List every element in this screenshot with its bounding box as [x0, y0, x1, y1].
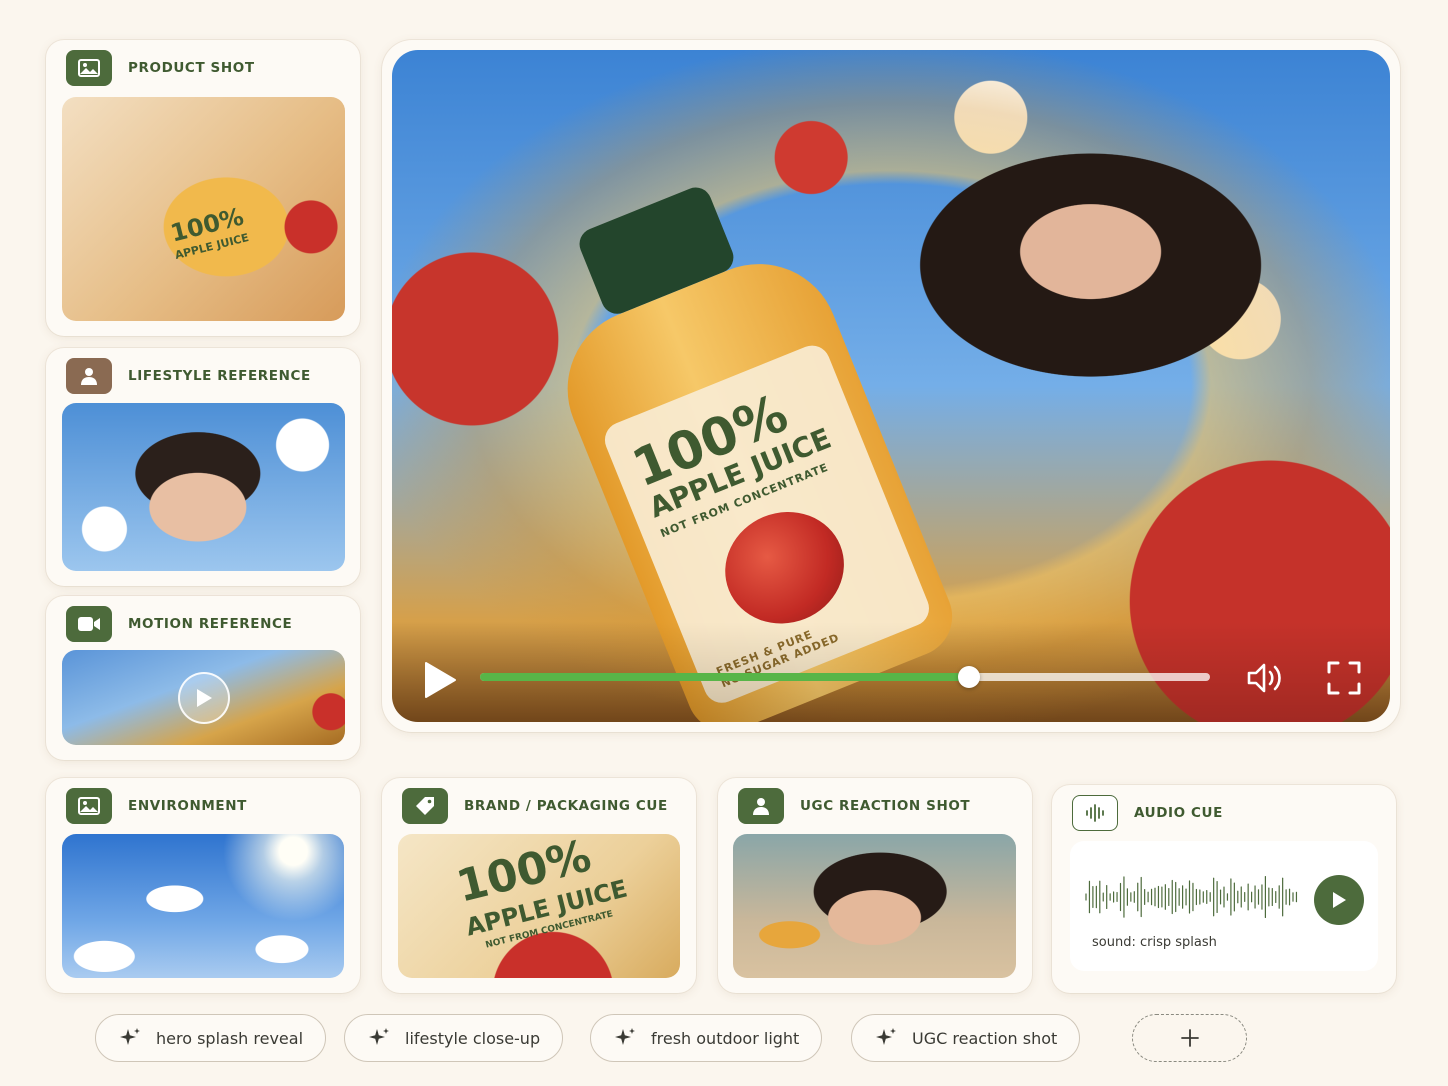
chip-ugc-reaction-shot[interactable]: UGC reaction shot [851, 1014, 1081, 1062]
product-shot-card[interactable]: PRODUCT SHOT 100% APPLE JUICE [46, 40, 360, 336]
fullscreen-button[interactable] [1322, 656, 1366, 700]
video-camera-icon [66, 606, 112, 642]
ugc-reaction-card[interactable]: UGC REACTION SHOT [718, 778, 1032, 993]
play-button[interactable] [420, 660, 460, 700]
video-player[interactable]: 100% APPLE JUICE NOT FROM CONCENTRATE FR… [392, 50, 1390, 722]
ugc-reaction-thumbnail[interactable] [733, 834, 1016, 978]
brand-packaging-header: BRAND / PACKAGING CUE [402, 788, 668, 824]
environment-header: ENVIRONMENT [66, 788, 247, 824]
environment-thumbnail[interactable] [62, 834, 344, 978]
audio-cue-card[interactable]: AUDIO CUE sound: crisp splash [1052, 785, 1396, 993]
product-shot-header: PRODUCT SHOT [66, 50, 255, 86]
ugc-reaction-title: UGC REACTION SHOT [800, 798, 971, 814]
chip-hero-splash-reveal[interactable]: hero splash reveal [95, 1014, 327, 1062]
image-icon [66, 50, 112, 86]
add-chip-button[interactable] [1132, 1014, 1247, 1062]
chip-lifestyle-close-up[interactable]: lifestyle close-up [344, 1014, 564, 1062]
environment-card[interactable]: ENVIRONMENT [46, 778, 360, 993]
sparkle-icon [118, 1026, 142, 1050]
chip-label: hero splash reveal [156, 1028, 304, 1048]
player-controls-gradient [392, 622, 1390, 722]
tag-icon [402, 788, 448, 824]
audio-player: sound: crisp splash [1070, 841, 1378, 971]
audio-cue-header: AUDIO CUE [1072, 795, 1223, 831]
volume-icon [1247, 663, 1281, 693]
chip-label: fresh outdoor light [651, 1028, 800, 1048]
play-icon [1333, 892, 1346, 908]
brand-packaging-thumbnail[interactable]: 100% APPLE JUICE NOT FROM CONCENTRATE [398, 834, 680, 978]
audio-cue-title: AUDIO CUE [1134, 805, 1223, 821]
lifestyle-reference-header: LIFESTYLE REFERENCE [66, 358, 311, 394]
audio-play-button[interactable] [1314, 875, 1364, 925]
waveform-icon [1072, 795, 1118, 831]
image-icon [66, 788, 112, 824]
motion-reference-card[interactable]: MOTION REFERENCE [46, 596, 360, 760]
person-icon [66, 358, 112, 394]
volume-button[interactable] [1244, 656, 1288, 700]
motion-reference-title: MOTION REFERENCE [128, 616, 293, 632]
product-shot-thumbnail[interactable]: 100% APPLE JUICE [62, 97, 345, 321]
ugc-reaction-header: UGC REACTION SHOT [738, 788, 970, 824]
sparkle-icon [613, 1026, 637, 1050]
chip-label: lifestyle close-up [405, 1028, 541, 1048]
motion-reference-thumbnail[interactable] [62, 650, 345, 745]
brand-packaging-card[interactable]: BRAND / PACKAGING CUE 100% APPLE JUICE N… [382, 778, 696, 993]
brand-packaging-title: BRAND / PACKAGING CUE [464, 798, 668, 814]
play-icon [425, 662, 456, 698]
sparkle-icon [874, 1026, 898, 1050]
progress-fill [480, 673, 970, 681]
motion-reference-header: MOTION REFERENCE [66, 606, 292, 642]
motion-play-icon[interactable] [178, 672, 230, 724]
product-shot-title: PRODUCT SHOT [128, 60, 255, 76]
audio-caption: sound: crisp splash [1092, 935, 1217, 950]
progress-track[interactable] [480, 666, 1210, 688]
plus-icon [1180, 1029, 1199, 1047]
chip-fresh-outdoor-light[interactable]: fresh outdoor light [590, 1014, 823, 1062]
person-icon [738, 788, 784, 824]
audio-waveform[interactable] [1084, 871, 1300, 923]
progress-knob[interactable] [958, 666, 981, 688]
lifestyle-reference-thumbnail[interactable] [62, 403, 345, 571]
sparkle-icon [367, 1026, 391, 1050]
lifestyle-reference-title: LIFESTYLE REFERENCE [128, 368, 311, 384]
fullscreen-icon [1327, 661, 1361, 695]
chip-label: UGC reaction shot [912, 1028, 1058, 1048]
lifestyle-reference-card[interactable]: LIFESTYLE REFERENCE [46, 348, 360, 586]
environment-title: ENVIRONMENT [128, 798, 247, 814]
